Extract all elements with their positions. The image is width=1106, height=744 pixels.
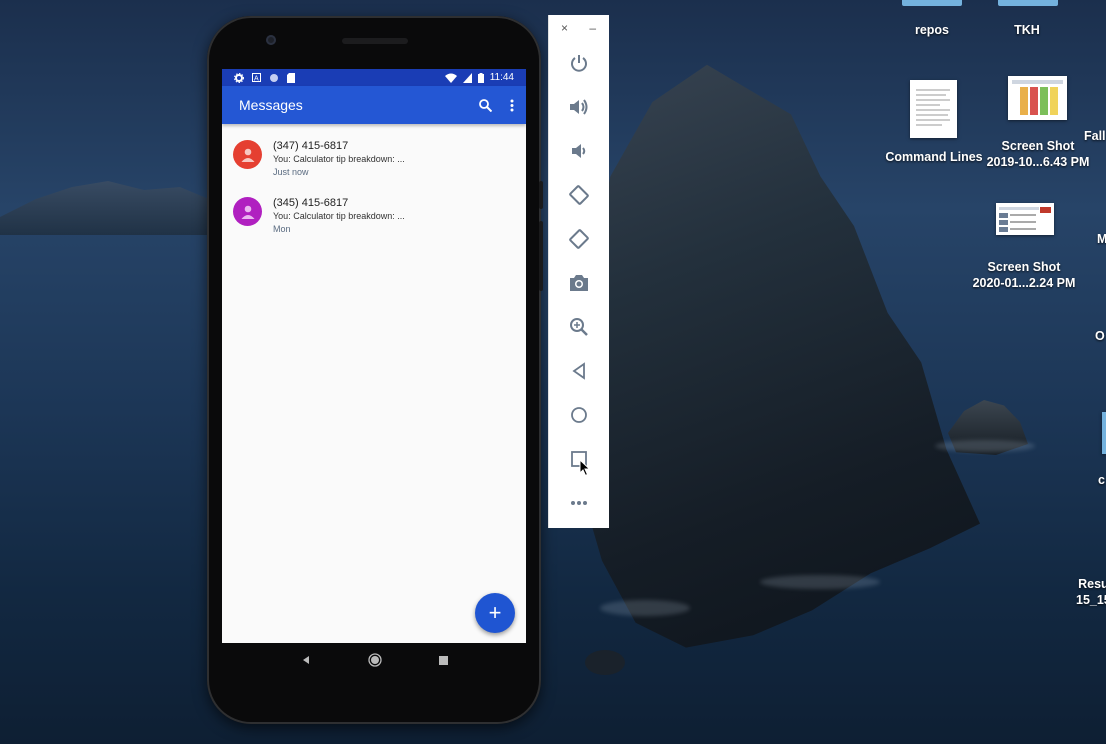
desktop-icon-repos[interactable]: repos [895,22,969,38]
nav-home-icon[interactable] [367,653,382,667]
camera-icon [570,275,588,291]
phone-volume-button [539,221,543,291]
screenshot-thumbnail[interactable] [996,203,1054,235]
conversation-snippet: You: Calculator tip breakdown: ... [273,154,405,164]
back-icon [572,362,585,380]
sync-circle-icon [270,73,278,82]
desktop-icon-label: 2020-01...2.24 PM [972,276,1076,290]
signal-icon [462,72,472,83]
minimize-icon[interactable]: – [589,21,596,35]
wallpaper-foam [600,600,690,616]
screenshot-button[interactable] [549,261,609,305]
settings-icon [234,72,244,83]
screenshot-thumbnail[interactable] [1008,76,1067,120]
emulator-toolbar: × – [548,15,609,528]
desktop-icon-partial[interactable]: c [1098,472,1105,488]
desktop-icon-label: 2019-10...6.43 PM [986,155,1090,169]
nav-overview-icon[interactable] [438,655,448,665]
person-icon [241,205,254,219]
zoom-icon [570,318,588,336]
phone-power-button [539,181,543,209]
overview-button[interactable] [549,437,609,481]
zoom-button[interactable] [549,305,609,349]
document-lines-icon [916,89,950,126]
earpiece-speaker [342,38,408,44]
phone-screen: A 11:44 Messages (347) 415-6817 You: Cal… [222,69,526,643]
power-icon [571,55,587,72]
status-time: 11:44 [489,72,514,83]
android-emulator-phone: A 11:44 Messages (347) 415-6817 You: Cal… [207,16,543,724]
document-icon[interactable] [910,80,957,138]
app-title: Messages [239,97,303,113]
android-nav-bar [222,643,526,677]
conversation-name: (347) 415-6817 [273,140,349,152]
volume-up-icon [570,99,588,115]
wallpaper-rock-small [585,650,625,675]
desktop-icon-label: Screen Shot [1001,139,1075,153]
screenshot-preview-icon [1012,80,1063,115]
desktop-icon-command-lines[interactable]: Command Lines [880,149,988,165]
desktop-icon-screenshot-2[interactable]: Screen Shot 2020-01...2.24 PM [964,259,1084,291]
desktop-icon-label: repos [914,23,950,37]
desktop-icon-screenshot-1[interactable]: Screen Shot 2019-10...6.43 PM [978,138,1098,170]
rotate-left-button[interactable] [549,173,609,217]
desktop-icon-tkh[interactable]: TKH [990,22,1064,38]
status-bar: A 11:44 [222,69,526,86]
volume-down-button[interactable] [549,129,609,173]
accessibility-icon: A [252,73,261,82]
app-bar: Messages [222,86,526,124]
conversation-snippet: You: Calculator tip breakdown: ... [273,211,405,221]
more-button[interactable] [549,481,609,525]
search-icon[interactable] [479,98,492,112]
nav-back-icon[interactable] [301,655,311,665]
front-camera [266,35,276,45]
wallpaper-foam [935,440,1035,452]
wallpaper-foam [760,575,880,589]
volume-down-icon [572,144,586,158]
more-vert-icon[interactable] [510,99,514,112]
plus-icon: + [488,600,502,625]
conversation-time: Just now [273,167,309,177]
home-button[interactable] [549,393,609,437]
battery-icon [477,72,484,83]
wallpaper-mountain-left [0,181,240,235]
rotate-right-button[interactable] [549,217,609,261]
folder-icon[interactable] [998,0,1058,6]
start-chat-fab[interactable]: + [475,593,515,633]
mouse-cursor-icon [579,459,591,477]
desktop-icon-partial[interactable]: M [1097,231,1106,247]
close-icon[interactable]: × [561,21,568,35]
power-button[interactable] [549,41,609,85]
folder-icon[interactable] [1102,412,1106,454]
more-icon [571,501,587,505]
person-icon [241,148,254,162]
volume-up-button[interactable] [549,85,609,129]
wifi-icon [444,73,457,83]
conversation-name: (345) 415-6817 [273,197,349,209]
conversation-item[interactable]: (345) 415-6817 You: Calculator tip break… [222,187,526,244]
conversation-item[interactable]: (347) 415-6817 You: Calculator tip break… [222,130,526,187]
rotate-left-icon [569,185,589,205]
desktop-icon-partial[interactable]: Resu 15_15 [1076,576,1106,608]
desktop-icon-partial[interactable]: Fall [1084,128,1106,144]
desktop-icon-label: Screen Shot [987,260,1061,274]
desktop-icon-label: Command Lines [885,150,983,164]
desktop-icon-label: TKH [1014,23,1040,37]
conversation-time: Mon [273,224,291,234]
svg-text:A: A [254,76,259,83]
folder-icon[interactable] [902,0,962,6]
rotate-right-icon [569,229,589,249]
screenshot-preview-icon [999,207,1051,232]
desktop-icon-partial[interactable]: O [1095,328,1105,344]
avatar [233,140,262,169]
back-button[interactable] [549,349,609,393]
avatar [233,197,262,226]
home-icon [571,407,587,423]
sd-card-icon [287,72,295,83]
